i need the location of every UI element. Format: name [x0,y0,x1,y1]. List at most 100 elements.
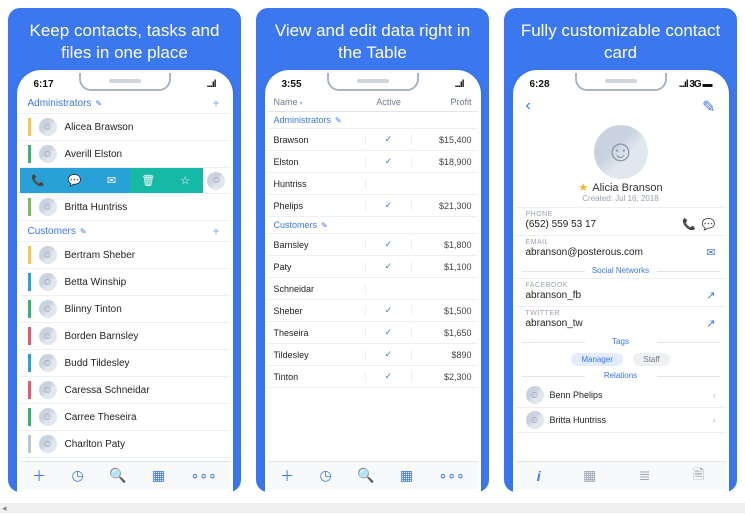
avatar: ☺ [207,172,225,190]
phone-label: PHONE [526,211,716,218]
cell-name: Schneidar [274,284,366,294]
cell-active[interactable]: ✓ [366,349,413,360]
calendar-tab[interactable]: ▦ [152,467,165,484]
recent-tab[interactable]: ◷ [72,467,84,484]
horizontal-scrollbar[interactable] [0,503,745,513]
contact-row[interactable]: ☺ Caressa Schneidar [20,377,230,404]
fb-value[interactable]: abranson_fb [526,290,582,301]
phone-value[interactable]: (652) 559 53 17 [526,219,597,230]
delete-action[interactable]: 🗑 [130,168,167,193]
back-button[interactable]: ‹ [526,97,531,117]
col-name[interactable]: Name▾ [274,97,366,107]
add-tab[interactable]: ＋ [32,466,46,486]
avatar: ☺ [39,327,57,345]
cell-active[interactable]: ✓ [366,305,413,316]
contact-name: Charlton Paty [65,439,126,450]
contact-row[interactable]: ☺ Budd Tildesley [20,350,230,377]
call-action[interactable]: 📞 [20,168,57,193]
add-icon[interactable]: + [212,224,219,238]
cell-profit: $1,500 [412,306,471,316]
table-row[interactable]: Paty ✓ $1,100 [268,256,478,278]
tag-pill[interactable]: Staff [633,353,669,366]
contact-row[interactable]: ☺ Betta Winship [20,269,230,296]
swipe-action-strip: 📞 💬 ✉ 🗑 ☆ ☺ [20,168,230,194]
table-row[interactable]: Tildesley ✓ $890 [268,344,478,366]
table-row[interactable]: Theseira ✓ $1,650 [268,322,478,344]
contact-name: Caressa Schneidar [65,385,150,396]
col-profit[interactable]: Profit [412,97,472,107]
relation-row[interactable]: ☺Benn Phelips› [516,383,726,408]
calendar-tab[interactable]: ▦ [400,467,413,484]
edit-icon[interactable]: ✎ [95,99,102,108]
cell-active[interactable]: ✓ [366,156,413,167]
chat-action[interactable]: 💬 [56,168,93,193]
file-tab[interactable]: 🗎 [693,464,704,488]
headline: Fully customizable contact card [512,20,729,64]
table-section-customers[interactable]: Customers✎ [268,217,478,234]
contact-row[interactable]: ☺ Bertram Sheber [20,242,230,269]
list-tab[interactable]: ≣ [639,467,651,484]
table-row[interactable]: Schneidar [268,278,478,300]
email-value[interactable]: abranson@posterous.com [526,247,643,258]
contact-row[interactable]: ☺ Borden Barnsley [20,323,230,350]
contact-name: Betta Winship [65,277,127,288]
contact-row[interactable]: ☺ Averill Elston [20,141,230,168]
cell-profit: $2,300 [412,372,471,382]
contact-row[interactable]: ☺ Alicea Brawson [20,114,230,141]
bottom-toolbar: ＋ ◷ 🔍 ▦ ∘∘∘ [268,461,478,489]
share-icon[interactable]: ↗ [706,289,715,302]
avatar: ☺ [39,300,57,318]
table-row[interactable]: Elston ✓ $18,900 [268,151,478,173]
col-active[interactable]: Active [366,97,412,107]
tag-pill[interactable]: Manager [571,353,623,366]
share-icon[interactable]: ↗ [706,317,715,330]
app-screenshot-panel-3: Fully customizable contact card 6:28 ...… [504,8,737,492]
cell-active[interactable]: ✓ [366,239,413,250]
notch [575,73,667,91]
table-row[interactable]: Phelips ✓ $21,300 [268,195,478,217]
tw-value[interactable]: abranson_tw [526,318,583,329]
avatar: ☺ [39,145,57,163]
search-tab[interactable]: 🔍 [109,467,126,484]
search-tab[interactable]: 🔍 [357,467,374,484]
cell-active[interactable]: ✓ [366,134,413,145]
add-tab[interactable]: ＋ [280,466,294,486]
status-time: 3:55 [282,79,302,90]
table-row[interactable]: Huntriss [268,173,478,195]
table-row[interactable]: Barnsley ✓ $1,800 [268,234,478,256]
star-action[interactable]: ☆ [167,168,204,193]
relation-row[interactable]: ☺Britta Huntriss› [516,408,726,433]
sms-icon[interactable]: 💬 [702,218,716,231]
section-header-admins[interactable]: Administrators✎ + [20,93,230,114]
add-icon[interactable]: + [212,96,219,110]
contact-row[interactable]: ☺ Britta Huntriss [20,194,230,221]
avatar: ☺ [39,435,57,453]
cell-profit: $21,300 [412,201,471,211]
contact-row[interactable]: ☺ Carree Theseira [20,404,230,431]
table-row[interactable]: Tinton ✓ $2,300 [268,366,478,388]
mail-action[interactable]: ✉ [93,168,130,193]
contact-row[interactable]: ☺ Charlton Paty [20,431,230,458]
table-row[interactable]: Brawson ✓ $15,400 [268,129,478,151]
more-tab[interactable]: ∘∘∘ [191,467,217,484]
more-tab[interactable]: ∘∘∘ [439,467,465,484]
cell-active[interactable]: ✓ [366,200,413,211]
cell-profit: $1,650 [412,328,471,338]
cell-active[interactable]: ✓ [366,261,413,272]
section-header-customers[interactable]: Customers✎ + [20,221,230,242]
table-section-admins[interactable]: Administrators✎ [268,112,478,129]
info-tab[interactable]: i [537,468,541,484]
edit-card-button[interactable]: ✎ [702,97,715,117]
cell-name: Elston [274,157,366,167]
cell-active[interactable]: ✓ [366,327,413,338]
calendar-tab[interactable]: ▦ [583,467,596,484]
table-row[interactable]: Sheber ✓ $1,500 [268,300,478,322]
call-icon[interactable]: 📞 [682,218,696,231]
avatar: ☺ [39,118,57,136]
recent-tab[interactable]: ◷ [320,467,332,484]
email-label: EMAIL [526,239,716,246]
edit-icon[interactable]: ✎ [80,227,87,236]
contact-row[interactable]: ☺ Blinny Tinton [20,296,230,323]
cell-active[interactable]: ✓ [366,371,413,382]
mail-icon[interactable]: ✉ [706,246,715,259]
